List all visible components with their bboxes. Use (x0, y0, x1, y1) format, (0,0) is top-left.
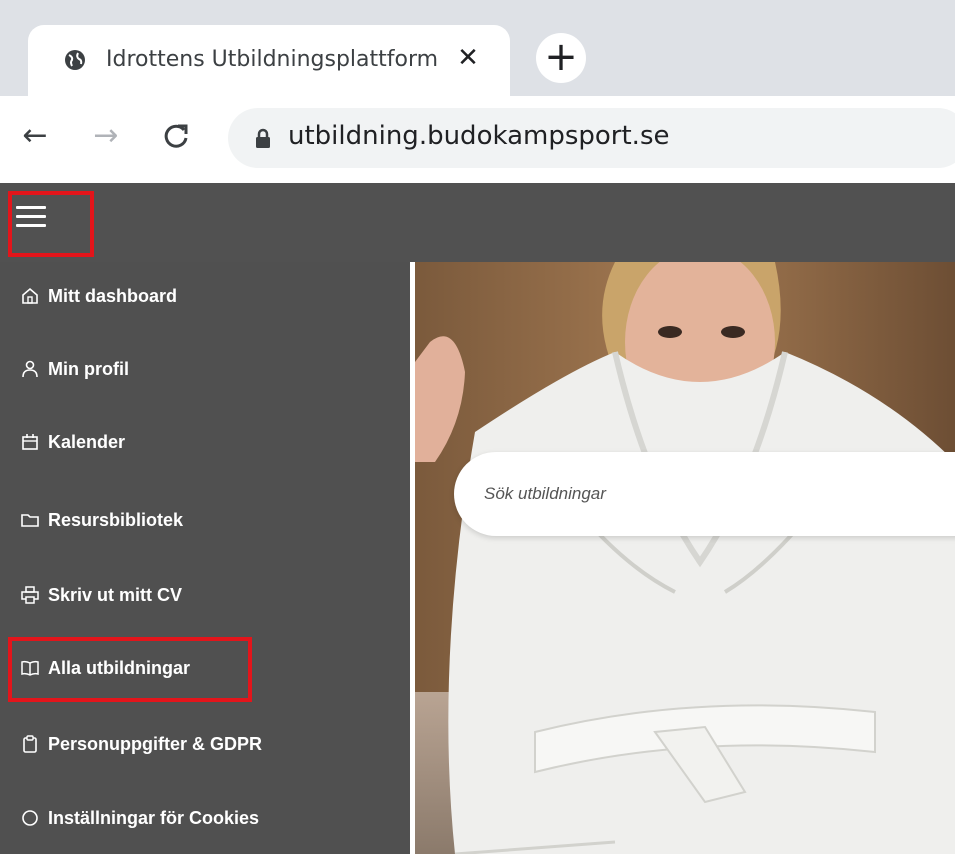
sidebar-item-label: Personuppgifter & GDPR (48, 733, 263, 754)
printer-icon (21, 586, 39, 604)
sidebar-item-dashboard[interactable]: Mitt dashboard (20, 276, 177, 316)
new-tab-button[interactable]: + (536, 33, 586, 83)
hamburger-highlight-box (8, 191, 94, 257)
sidebar-item-label: Min profil (48, 358, 129, 379)
sidebar-item-label: Resursbibliotek (48, 509, 184, 530)
app-header (0, 183, 955, 262)
calendar-icon (22, 434, 38, 450)
globe-icon (65, 50, 85, 70)
sidebar-item-print-cv[interactable]: Skriv ut mitt CV (20, 575, 182, 615)
sidebar-item-label: Mitt dashboard (48, 285, 177, 306)
sidebar-item-label: Kalender (48, 431, 126, 452)
tab-title: Idrottens Utbildningsplattform (106, 47, 439, 72)
reload-icon[interactable] (156, 116, 196, 156)
back-arrow-icon[interactable]: ← (15, 116, 55, 156)
browser-tab[interactable]: Idrottens Utbildningsplattform ✕ (28, 25, 510, 96)
lock-icon (256, 128, 270, 148)
sidebar-item-label: Inställningar för Cookies (48, 807, 260, 828)
course-search-bar[interactable] (454, 452, 955, 536)
all-courses-highlight-box (8, 637, 252, 702)
browser-toolbar: ← → utbildning.budokampsport.se (0, 96, 955, 183)
sidebar-item-label: Skriv ut mitt CV (48, 584, 183, 605)
search-input[interactable] (484, 478, 944, 510)
address-bar[interactable]: utbildning.budokampsport.se (228, 108, 955, 168)
browser-tabstrip: Idrottens Utbildningsplattform ✕ + (0, 0, 955, 96)
user-icon (22, 360, 38, 378)
sidebar-item-profile[interactable]: Min profil (20, 349, 129, 389)
sidebar-item-calendar[interactable]: Kalender (20, 422, 125, 462)
home-icon (22, 287, 38, 304)
hero-image (415, 262, 955, 854)
circle-icon (22, 810, 38, 826)
sidebar-item-resources[interactable]: Resursbibliotek (20, 500, 183, 540)
clipboard-icon (23, 735, 37, 753)
sidebar-item-gdpr[interactable]: Personuppgifter & GDPR (20, 724, 262, 764)
folder-icon (21, 514, 39, 527)
forward-arrow-icon[interactable]: → (86, 116, 126, 156)
url-text: utbildning.budokampsport.se (288, 121, 670, 151)
sidebar-item-cookie-settings[interactable]: Inställningar för Cookies (20, 798, 259, 838)
close-tab-icon[interactable]: ✕ (451, 41, 485, 75)
